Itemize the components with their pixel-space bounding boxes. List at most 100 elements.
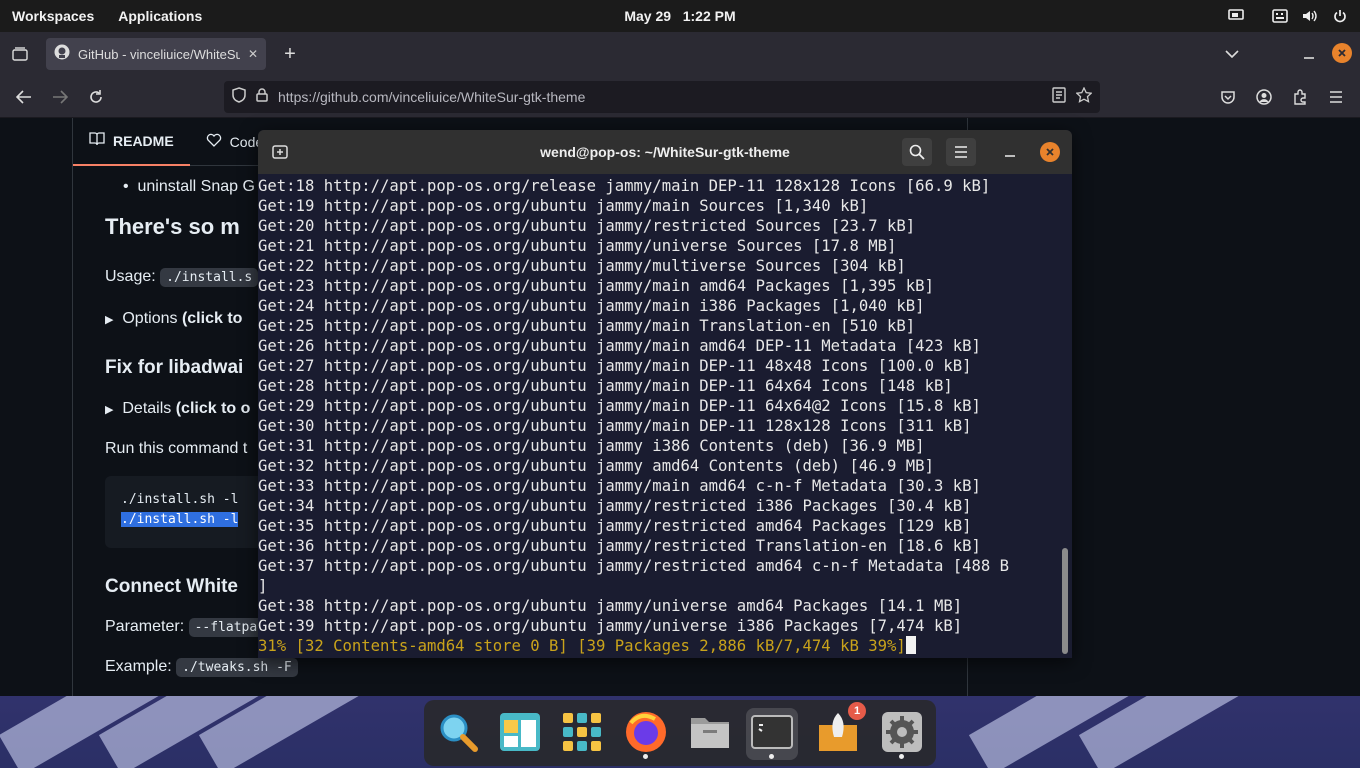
terminal-line: Get:24 http://apt.pop-os.org/ubuntu jamm… (258, 297, 925, 315)
github-icon (54, 44, 70, 65)
firefox-icon (623, 709, 669, 760)
terminal-line: Get:19 http://apt.pop-os.org/ubuntu jamm… (258, 197, 869, 215)
terminal-menu-icon[interactable] (946, 138, 976, 166)
gear-icon (881, 711, 923, 758)
workspaces-button[interactable]: Workspaces (0, 0, 106, 32)
terminal-search-icon[interactable] (902, 138, 932, 166)
terminal-cursor (905, 636, 916, 654)
terminal-line: Get:22 http://apt.pop-os.org/ubuntu jamm… (258, 257, 906, 275)
example-line: Example: ./tweaks.sh -F (105, 658, 298, 677)
app-grid-icon (561, 711, 603, 758)
dock-settings[interactable] (876, 708, 928, 760)
browser-close-icon[interactable] (1332, 43, 1352, 63)
terminal-line: Get:32 http://apt.pop-os.org/ubuntu jamm… (258, 457, 934, 475)
dock-app-library[interactable] (556, 708, 608, 760)
terminal-line: Get:36 http://apt.pop-os.org/ubuntu jamm… (258, 537, 981, 555)
terminal-line: Get:35 http://apt.pop-os.org/ubuntu jamm… (258, 517, 972, 535)
dock-file-manager[interactable] (684, 708, 736, 760)
system-top-bar: Workspaces Applications May 29 1:22 PM (0, 0, 1360, 32)
tab-readme[interactable]: README (73, 118, 190, 166)
volume-icon[interactable] (1302, 8, 1318, 24)
tab-overview-icon[interactable] (8, 42, 32, 66)
heading-section: There's so m (105, 214, 240, 239)
menu-icon[interactable] (1324, 85, 1348, 109)
applications-button[interactable]: Applications (106, 0, 214, 32)
terminal-line: Get:31 http://apt.pop-os.org/ubuntu jamm… (258, 437, 925, 455)
parameter-line: Parameter: --flatpa (105, 618, 264, 637)
progress-text: 31% [32 Contents-amd64 store 0 B] [39 Pa… (258, 637, 906, 655)
pocket-icon[interactable] (1216, 85, 1240, 109)
extensions-icon[interactable] (1288, 85, 1312, 109)
terminal-window[interactable]: wend@pop-os: ~/WhiteSur-gtk-theme Get:18… (258, 130, 1072, 658)
list-item: • uninstall Snap G (123, 178, 255, 195)
dock-firefox[interactable] (620, 708, 672, 760)
param-code: --flatpa (188, 618, 264, 637)
keyboard-icon[interactable] (1272, 8, 1288, 24)
terminal-icon (751, 714, 793, 754)
code-of-conduct-icon (206, 133, 222, 150)
options-details[interactable]: ▶ Options (click to (105, 310, 242, 328)
reader-view-icon[interactable] (1052, 86, 1066, 108)
terminal-line: Get:20 http://apt.pop-os.org/ubuntu jamm… (258, 217, 916, 235)
close-tab-icon[interactable]: ✕ (248, 47, 258, 61)
tab-bar: GitHub - vinceliuice/WhiteSur-gtk-theme … (0, 32, 1360, 76)
power-icon[interactable] (1332, 8, 1348, 24)
terminal-scrollbar[interactable] (1062, 548, 1068, 654)
forward-icon[interactable] (48, 85, 72, 109)
nav-bar: https://github.com/vinceliuice/WhiteSur-… (0, 76, 1360, 118)
url-bar[interactable]: https://github.com/vinceliuice/WhiteSur-… (224, 81, 1100, 113)
time-label: 1:22 PM (682, 8, 736, 24)
dock-pop-shop[interactable]: 1 (812, 702, 866, 760)
terminal-line: Get:30 http://apt.pop-os.org/ubuntu jamm… (258, 417, 972, 435)
folder-icon (689, 712, 731, 757)
terminal-progress-line: 31% [32 Contents-amd64 store 0 B] [39 Pa… (258, 636, 1058, 656)
bookmark-star-icon[interactable] (1075, 85, 1093, 108)
minimize-icon[interactable] (1297, 42, 1321, 66)
running-indicator (899, 754, 904, 759)
heading-connect: Connect White (105, 576, 238, 597)
reload-icon[interactable] (84, 85, 108, 109)
magnifier-icon (436, 710, 480, 759)
terminal-close-icon[interactable] (1040, 142, 1060, 162)
date-label: May 29 (624, 8, 672, 24)
terminal-line: Get:23 http://apt.pop-os.org/ubuntu jamm… (258, 277, 934, 295)
terminal-line: Get:34 http://apt.pop-os.org/ubuntu jamm… (258, 497, 972, 515)
run-command-text: Run this command t (105, 440, 248, 457)
terminal-line: Get:28 http://apt.pop-os.org/ubuntu jamm… (258, 377, 953, 395)
new-tab-button[interactable]: + (278, 42, 302, 66)
shield-icon[interactable] (232, 86, 246, 108)
window-tiles-icon (499, 712, 541, 757)
account-icon[interactable] (1252, 85, 1276, 109)
notification-badge: 1 (848, 702, 866, 720)
terminal-line: Get:33 http://apt.pop-os.org/ubuntu jamm… (258, 477, 981, 495)
display-icon[interactable] (1228, 8, 1244, 24)
code-line-2-selected: ./install.sh -l (121, 512, 239, 527)
terminal-line: Get:38 http://apt.pop-os.org/ubuntu jamm… (258, 597, 963, 615)
terminal-line: Get:25 http://apt.pop-os.org/ubuntu jamm… (258, 317, 916, 335)
dock-files-app[interactable] (494, 708, 546, 760)
usage-code: ./install.s (160, 268, 259, 287)
example-code: ./tweaks.sh -F (176, 658, 298, 677)
terminal-line: Get:18 http://apt.pop-os.org/release jam… (258, 177, 991, 195)
lock-icon[interactable] (256, 87, 268, 107)
list-tabs-icon[interactable] (1220, 42, 1244, 66)
tab-github[interactable]: GitHub - vinceliuice/WhiteSur-gtk-theme … (46, 38, 266, 70)
system-tray (1228, 0, 1348, 32)
url-text[interactable]: https://github.com/vinceliuice/WhiteSur-… (278, 89, 1042, 105)
back-icon[interactable] (12, 85, 36, 109)
terminal-line: ] (258, 577, 268, 595)
dock-terminal[interactable] (746, 708, 798, 760)
terminal-output[interactable]: Get:18 http://apt.pop-os.org/release jam… (258, 176, 1058, 658)
running-indicator (769, 754, 774, 759)
details-toggle[interactable]: ▶ Details (click to o (105, 400, 250, 418)
tab-readme-label: README (113, 132, 174, 149)
terminal-header[interactable]: wend@pop-os: ~/WhiteSur-gtk-theme (258, 130, 1072, 174)
terminal-line: Get:27 http://apt.pop-os.org/ubuntu jamm… (258, 357, 972, 375)
book-icon (89, 132, 105, 149)
tab-title: GitHub - vinceliuice/WhiteSur-gtk-theme (78, 46, 240, 62)
dock-search-app[interactable] (432, 708, 484, 760)
usage-line: Usage: ./install.s (105, 268, 259, 287)
terminal-minimize-icon[interactable] (998, 140, 1022, 164)
terminal-line: Get:29 http://apt.pop-os.org/ubuntu jamm… (258, 397, 981, 415)
clock[interactable]: May 29 1:22 PM (600, 8, 760, 24)
